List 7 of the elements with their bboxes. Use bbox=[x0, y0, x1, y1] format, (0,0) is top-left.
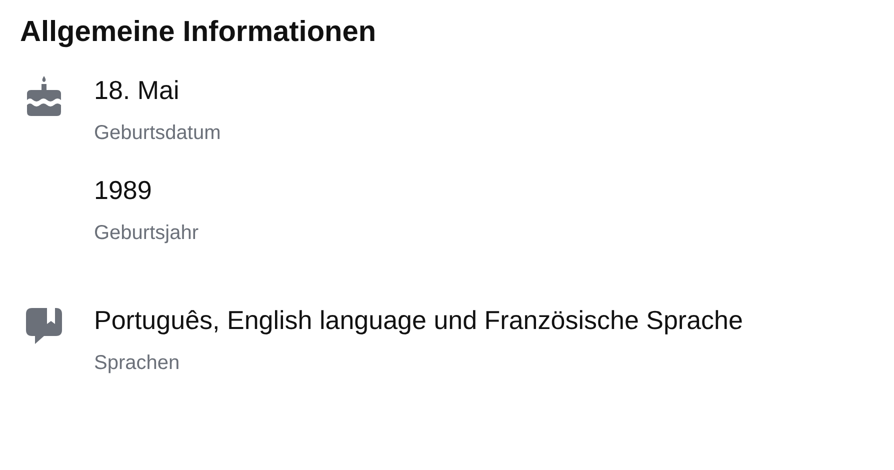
info-label: Geburtsdatum bbox=[94, 121, 221, 146]
section-title: Allgemeine Informationen bbox=[20, 15, 378, 50]
info-value: 1989 bbox=[94, 174, 153, 206]
info-label: Geburtsjahr bbox=[94, 221, 198, 246]
info-label: Sprachen bbox=[94, 351, 181, 376]
info-value: Português, English language und Französische Sprache bbox=[94, 304, 743, 336]
info-value: 18. Mai bbox=[94, 74, 180, 106]
